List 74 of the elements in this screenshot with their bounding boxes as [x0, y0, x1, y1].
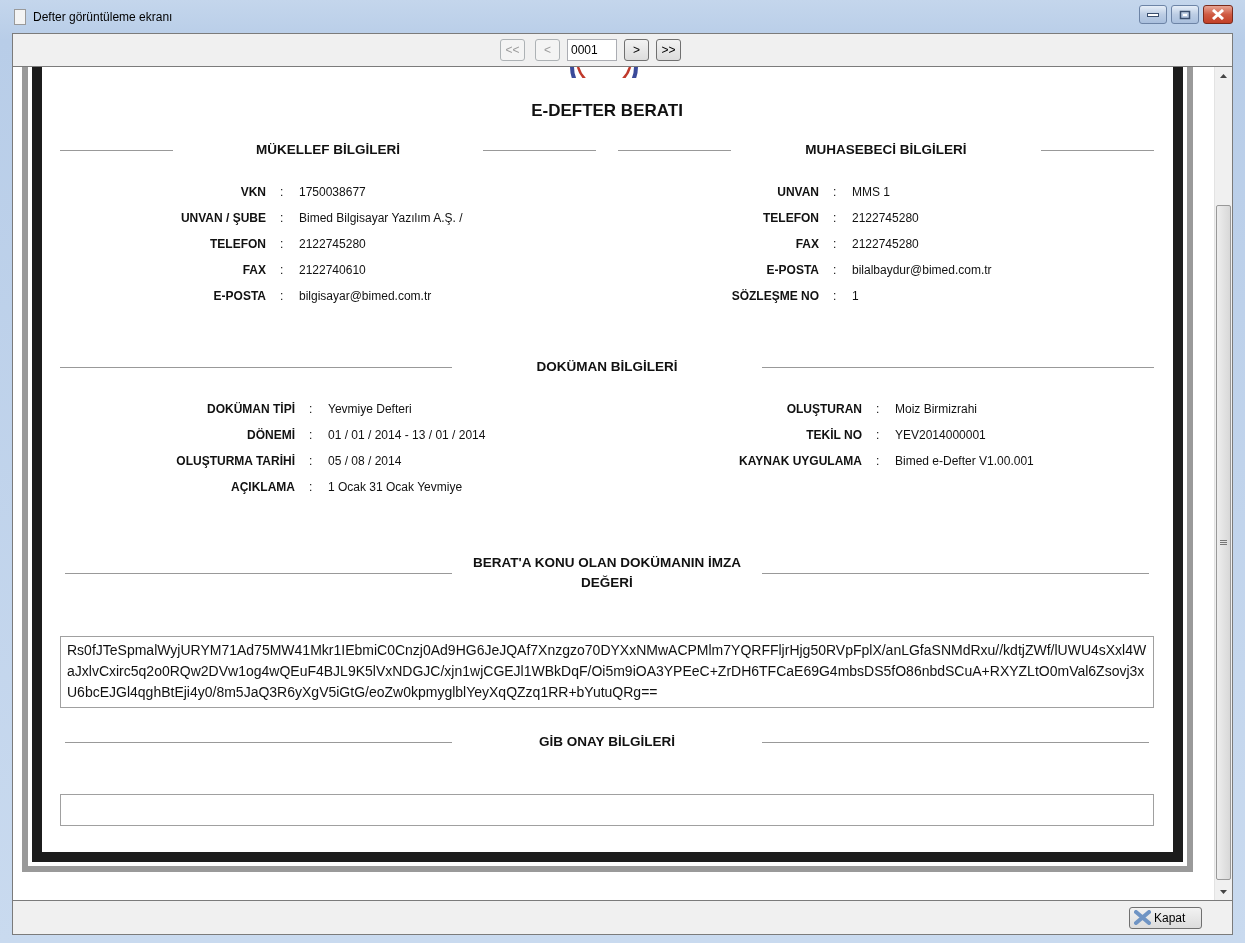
window-title: Defter görüntüleme ekranı	[33, 9, 174, 24]
field-label: TELEFON	[209, 237, 266, 251]
field-label: FAX	[241, 263, 266, 277]
field-label: SÖZLEŞME NO	[730, 289, 819, 303]
separator-colon: :	[280, 289, 285, 303]
separator-colon: :	[309, 454, 314, 468]
separator-colon: :	[280, 263, 285, 277]
maximize-button[interactable]	[1171, 5, 1199, 24]
field-label: VKN	[239, 185, 266, 199]
minimize-icon	[1147, 11, 1159, 18]
field-label: FAX	[794, 237, 819, 251]
separator-colon: :	[280, 185, 285, 199]
close-button[interactable]: Kapat	[1129, 906, 1202, 929]
field-value: bilalbaydur@bimed.com.tr	[852, 263, 993, 277]
section-heading: MÜKELLEF BİLGİLERİ	[255, 141, 401, 159]
field-value: 2122745280	[852, 211, 920, 225]
field-label: OLUŞTURMA TARİHİ	[175, 454, 295, 468]
maximize-icon	[1179, 9, 1191, 20]
field-value: 1 Ocak 31 Ocak Yevmiye	[328, 480, 464, 494]
scroll-down-icon[interactable]	[1220, 889, 1227, 894]
signature-value-box: Rs0fJTeSpmalWyjURYM71Ad75MW41Mkr1IEbmiC0Cnzj0Ad9HG6JeJQAf7Xnzgzo70DYXxNMwACPMlm7YQRFFljrHjg50RVpFplX/anLGfaSNMdRxu//kdtjZWf/lUWU4sXxl4WaJxlvCxirc5q2o0RQw2DVw1og4wQEuF4BJL9K5lVxNDGJC/xjn1wjCGEJl1WBkDqF/Oi5m9iOA3YPEeC+ZrDH6TFCaE69G4mbsDS5fO86nbdSCuA+RXYZLtO0mVal6Zsovj3xU6bcEJGl4qghBtEji4y0/8m5JaQ3R6yXgV5iGtG/eoZw0kpmyglblYeyXqQZzq1RR+bYutuQRg==	[60, 636, 1154, 708]
separator-colon: :	[833, 263, 838, 277]
field-label: OLUŞTURAN	[785, 402, 862, 416]
field-value: 05 / 08 / 2014	[328, 454, 403, 468]
field-label: AÇIKLAMA	[230, 480, 295, 494]
field-value: bilgisayar@bimed.com.tr	[299, 289, 433, 303]
field-value: 1	[852, 289, 860, 303]
separator-colon: :	[833, 289, 838, 303]
section-heading: BERAT'A KONU OLAN DOKÜMANIN İMZA DEĞERİ	[472, 554, 742, 592]
section-heading: DOKÜMAN BİLGİLERİ	[535, 358, 679, 376]
field-label: DOKÜMAN TİPİ	[206, 402, 295, 416]
separator-colon: :	[876, 454, 881, 468]
document-icon	[14, 8, 26, 25]
scroll-up-icon[interactable]	[1220, 73, 1227, 78]
field-value: 2122740610	[299, 263, 367, 277]
field-value: 01 / 01 / 2014 - 13 / 01 / 2014	[328, 428, 487, 442]
field-label: TEKİL NO	[805, 428, 862, 442]
close-button[interactable]	[1203, 5, 1233, 24]
field-label: UNVAN	[776, 185, 819, 199]
field-label: KAYNAK UYGULAMA	[738, 454, 862, 468]
field-value: MMS 1	[852, 185, 891, 199]
separator-colon: :	[833, 237, 838, 251]
separator-colon: :	[833, 185, 838, 199]
field-label: E-POSTA	[765, 263, 819, 277]
grip-icon	[1220, 540, 1227, 545]
page-nav-button[interactable]: >	[624, 39, 649, 61]
section-heading: GİB ONAY BİLGİLERİ	[538, 733, 676, 751]
field-label: E-POSTA	[212, 289, 266, 303]
field-value: 1750038677	[299, 185, 367, 199]
field-value: Bimed Bilgisayar Yazılım A.Ş. /	[299, 211, 464, 225]
separator-colon: :	[876, 402, 881, 416]
field-label: UNVAN / ŞUBE	[179, 211, 266, 225]
separator-colon: :	[309, 428, 314, 442]
separator-colon: :	[876, 428, 881, 442]
field-value: 2122745280	[299, 237, 367, 251]
close-icon	[1134, 910, 1151, 925]
section-heading: MUHASEBECİ BİLGİLERİ	[804, 141, 968, 159]
field-value: 2122745280	[852, 237, 920, 251]
minimize-button[interactable]	[1139, 5, 1167, 24]
separator-colon: :	[280, 237, 285, 251]
separator-colon: :	[280, 211, 285, 225]
field-value: Moiz Birmizrahi	[895, 402, 978, 416]
field-value: Yevmiye Defteri	[328, 402, 413, 416]
page-nav-button[interactable]: >>	[656, 39, 681, 61]
separator-colon: :	[309, 480, 314, 494]
separator-colon: :	[833, 211, 838, 225]
separator-colon: :	[309, 402, 314, 416]
close-icon	[1211, 9, 1225, 20]
document-title: E-DEFTER BERATI	[530, 101, 684, 121]
field-value: Bimed e-Defter V1.00.001	[895, 454, 1035, 468]
field-label: DÖNEMİ	[246, 428, 295, 442]
field-value: YEV2014000001	[895, 428, 987, 442]
page-number-field[interactable]: 0001	[567, 39, 617, 61]
field-label: TELEFON	[762, 211, 819, 225]
